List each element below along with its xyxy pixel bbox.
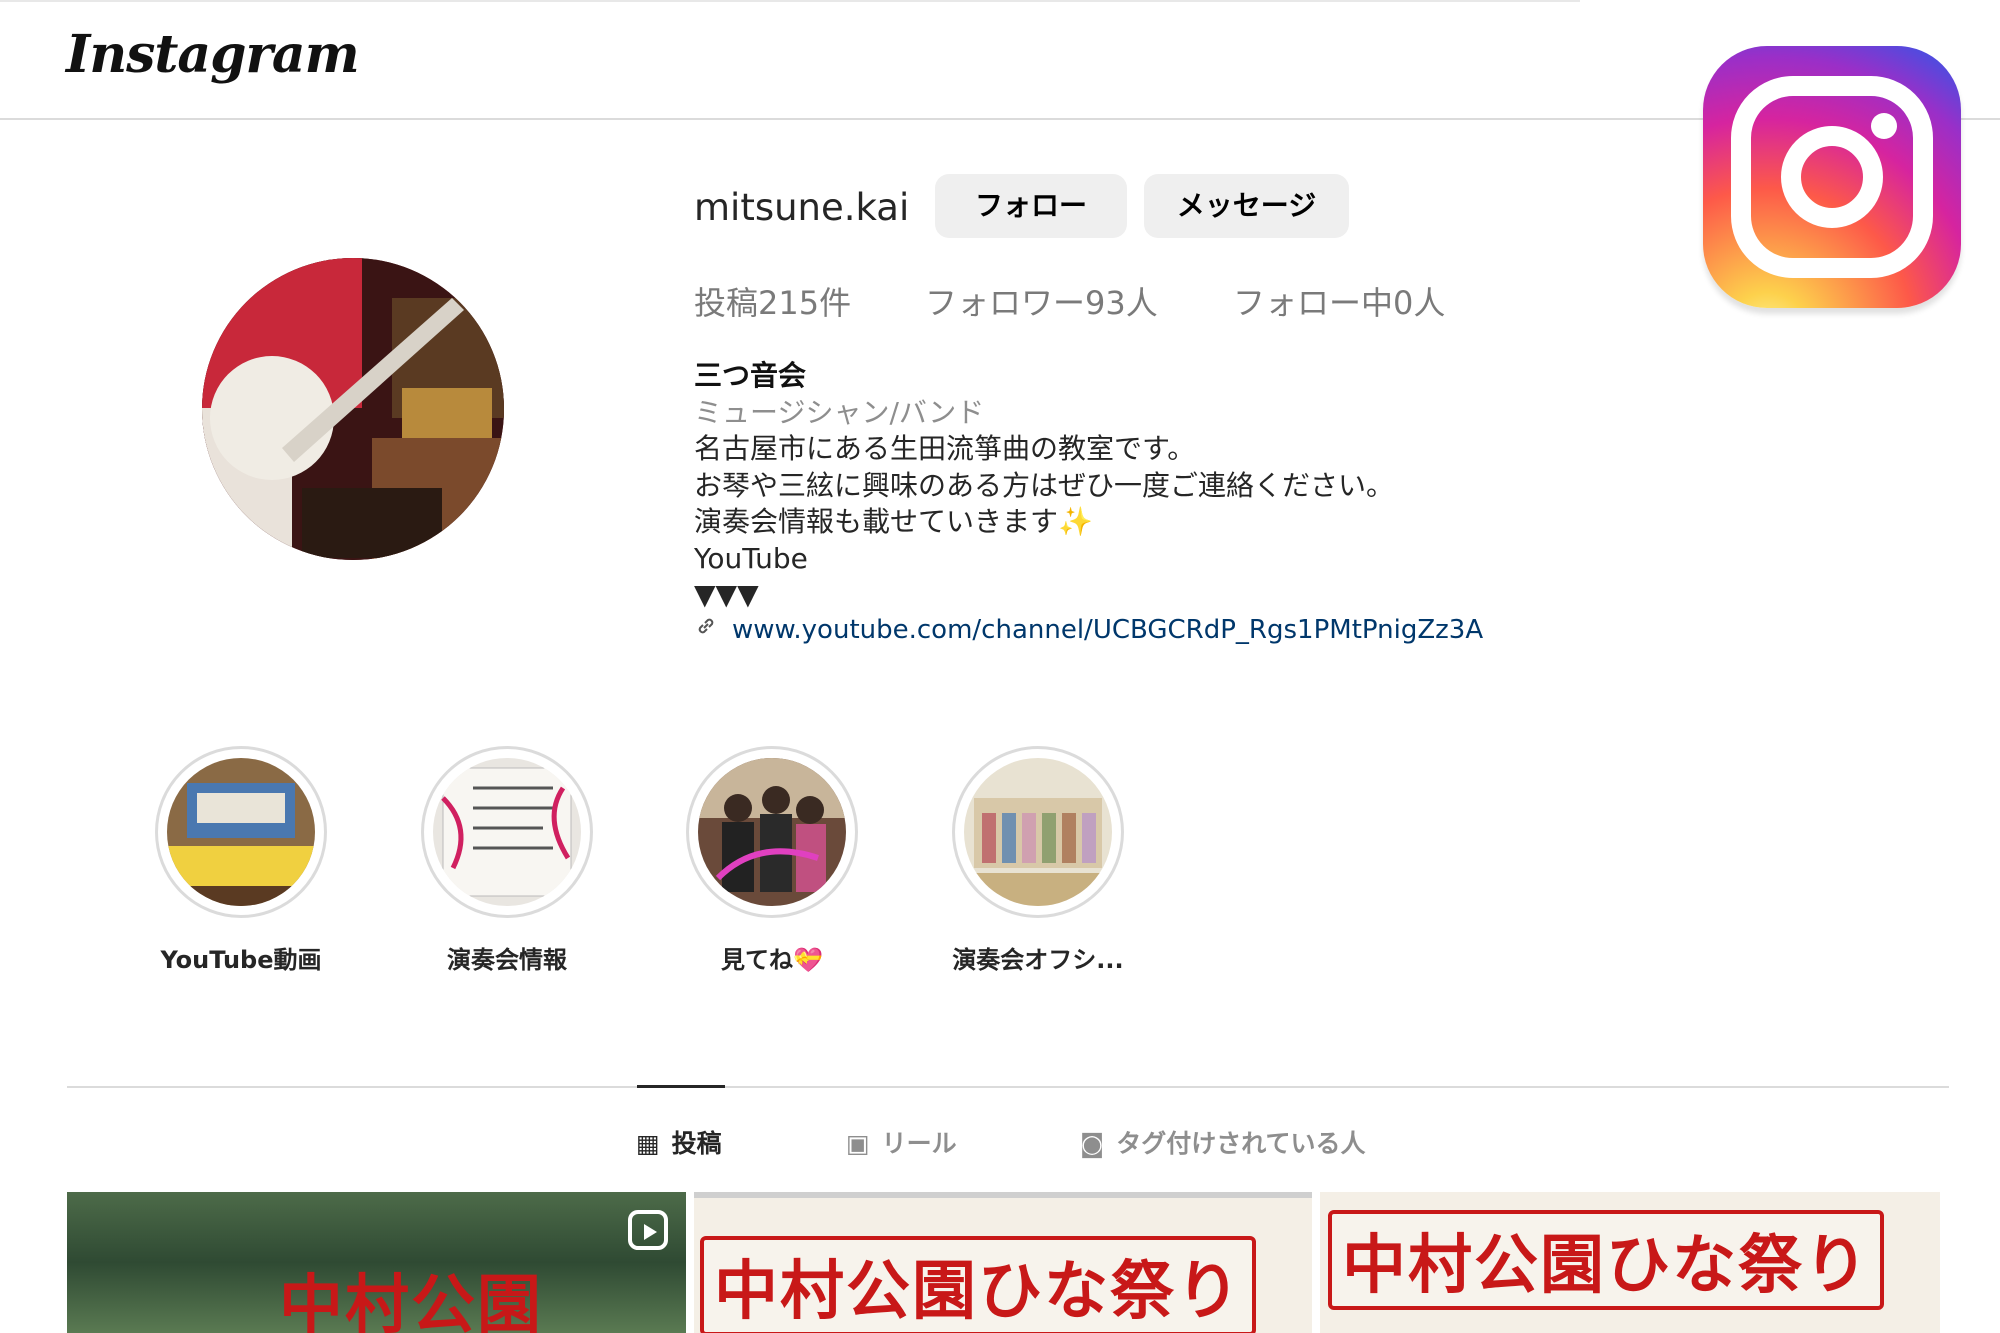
bio-line: お琴や三絃に興味のある方はぜひ一度ご連絡ください。 (694, 468, 1395, 502)
tab-posts[interactable]: ▦ 投稿 (636, 1124, 722, 1160)
bio-category: ミュージシャン/バンド (694, 395, 985, 429)
highlight-youtube[interactable]: YouTube動画 (141, 746, 341, 975)
message-button[interactable]: メッセージ (1144, 174, 1349, 238)
reel-icon (628, 1210, 668, 1250)
instagram-logo-icon (1703, 46, 1961, 308)
highlight-thumbnail (433, 758, 581, 906)
link-text[interactable]: www.youtube.com/channel/UCBGCRdP_Rgs1PMt… (732, 615, 1483, 645)
highlight-concert-offshot[interactable]: 演奏会オフシ... (938, 746, 1138, 975)
follow-button[interactable]: フォロー (935, 174, 1127, 238)
post-title-text: 中村公園 (279, 1268, 543, 1333)
following-count[interactable]: フォロー中0人 (1233, 278, 1445, 324)
highlight-thumbnail (167, 758, 315, 906)
tab-tagged[interactable]: ◙ タグ付けされている人 (1080, 1124, 1366, 1160)
highlight-concert-info[interactable]: 演奏会情報 (407, 746, 607, 975)
tagged-icon: ◙ (1080, 1129, 1105, 1158)
tab-label: リール (881, 1129, 957, 1158)
bio-line: 名古屋市にある生田流箏曲の教室です。 (694, 432, 1196, 465)
grid-icon: ▦ (636, 1129, 660, 1158)
post-thumbnail[interactable]: 中村公園 (67, 1192, 686, 1333)
posts-count: 投稿215件 (694, 284, 852, 322)
bio-line: ▼▼▼ (694, 578, 759, 611)
tab-label: タグ付けされている人 (1116, 1129, 1366, 1158)
highlight-label: YouTube動画 (160, 946, 322, 974)
profile-username: mitsune.kai (694, 186, 910, 229)
bio-line: YouTube (694, 541, 808, 575)
bio-line: 演奏会情報も載せていきます✨ (694, 505, 1093, 538)
tabs-divider (67, 1086, 1949, 1088)
highlight-ring[interactable] (952, 746, 1124, 918)
top-border-line (0, 0, 1580, 2)
highlight-label: 見てね💝 (721, 946, 823, 974)
highlight-mitene[interactable]: 見てね💝 (672, 746, 872, 975)
top-navigation-bar: Instagram (0, 0, 2000, 120)
highlight-ring[interactable] (686, 746, 858, 918)
link-chain-icon (694, 614, 718, 645)
post-thumbnail[interactable]: 中村公園ひな祭り (694, 1192, 1312, 1333)
reels-icon: ▣ (846, 1129, 870, 1158)
highlight-thumbnail (698, 758, 846, 906)
bio-display-name: 三つ音会 (694, 359, 807, 392)
profile-external-link[interactable]: www.youtube.com/channel/UCBGCRdP_Rgs1PMt… (694, 614, 1483, 645)
instagram-wordmark-logo[interactable]: Instagram (66, 24, 360, 85)
active-tab-indicator (637, 1085, 725, 1088)
tab-reels[interactable]: ▣ リール (846, 1124, 957, 1160)
tab-label: 投稿 (671, 1129, 722, 1158)
highlight-ring[interactable] (155, 746, 327, 918)
followers-count[interactable]: フォロワー93人 (925, 278, 1158, 324)
highlight-label: 演奏会オフシ... (952, 946, 1124, 974)
highlight-thumbnail (964, 758, 1112, 906)
profile-avatar[interactable] (202, 258, 504, 560)
post-thumbnail[interactable]: 中村公園ひな祭り (1320, 1192, 1940, 1333)
highlight-label: 演奏会情報 (447, 946, 567, 974)
post-title-text: 中村公園ひな祭り (700, 1236, 1256, 1333)
highlight-ring[interactable] (421, 746, 593, 918)
profile-bio: 三つ音会 ミュージシャン/バンド 名古屋市にある生田流箏曲の教室です。 お琴や三… (694, 358, 1594, 614)
post-title-text: 中村公園ひな祭り (1328, 1210, 1884, 1310)
